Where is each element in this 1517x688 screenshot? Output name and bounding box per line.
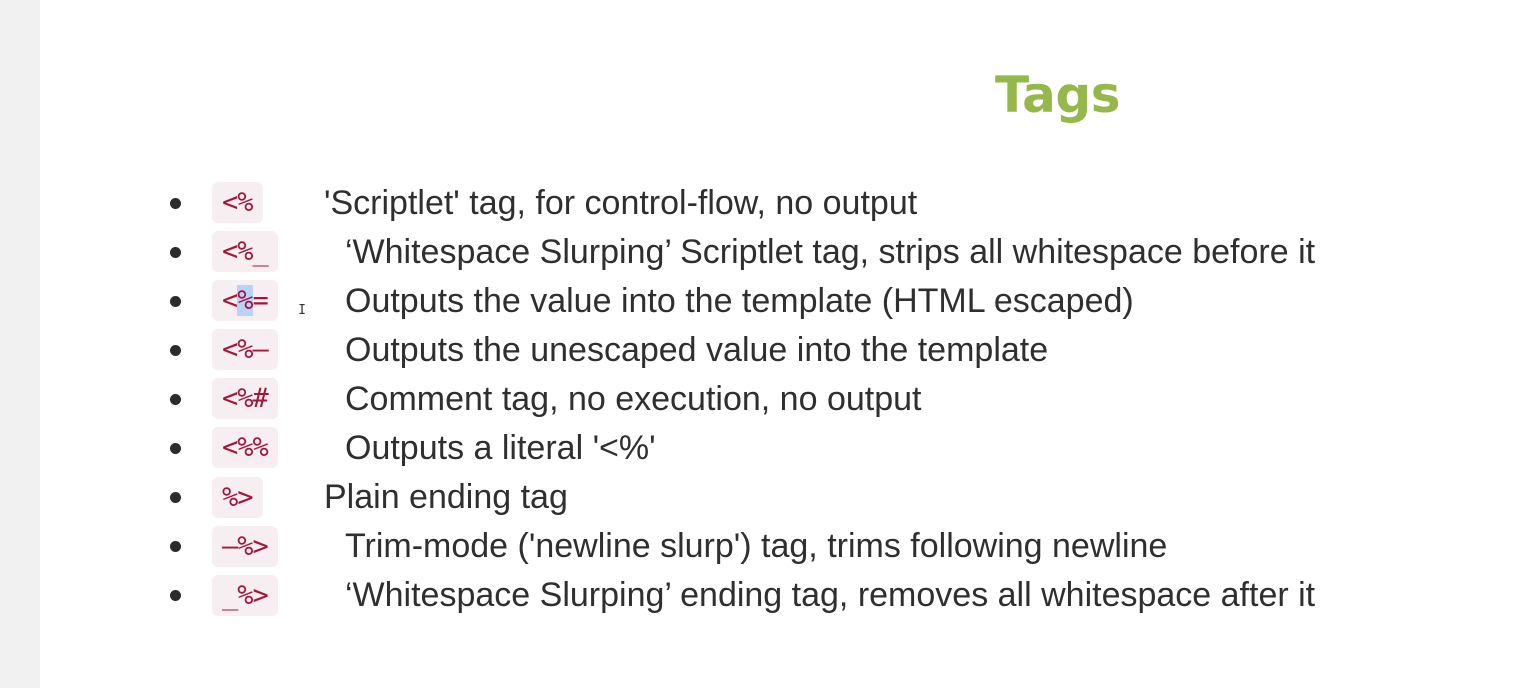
tag-code-part: < [222,285,238,317]
tag-code: <%– [212,329,278,371]
text-cursor-icon: I [298,303,306,318]
tag-description: Plain ending tag [324,478,568,517]
tag-description: Trim-mode ('newline slurp') tag, trims f… [345,527,1168,566]
bullet-icon [170,443,181,455]
tag-code: <%_ [212,231,278,273]
bullet-icon [170,492,181,504]
tag-description: ‘Whitespace Slurping’ Scriptlet tag, str… [345,232,1316,271]
tag-code-part: = [252,285,269,317]
tag-description: Outputs the unescaped value into the tem… [345,330,1049,369]
tag-code: <%% [212,427,278,469]
tag-description: Outputs a literal '<%' [345,429,656,468]
bullet-icon [170,344,181,356]
left-gutter [0,0,40,688]
slide-title: Tags [995,66,1120,124]
page: Tags <% 'Scriptlet' tag, for control-flo… [0,0,1517,688]
tag-code: –%> [212,525,278,567]
tag-description: Comment tag, no execution, no output [345,379,922,418]
bullet-icon [170,295,181,307]
text-selection[interactable]: % [237,285,254,317]
tag-code: <% [212,182,263,223]
tag-description: 'Scriptlet' tag, for control-flow, no ou… [324,183,918,222]
tag-code: %> [212,476,263,518]
tag-code: _%> [212,574,278,616]
bullet-icon [170,590,181,602]
tag-description: ‘Whitespace Slurping’ ending tag, remove… [345,576,1316,615]
bullet-icon [170,541,181,553]
bullet-icon [170,393,181,405]
tag-description: Outputs the value into the template (HTM… [345,281,1134,320]
bullet-icon [170,246,181,258]
bullet-icon [170,197,181,209]
slide-canvas: Tags <% 'Scriptlet' tag, for control-flo… [40,0,1517,688]
tag-code: <%# [212,378,278,420]
tag-code[interactable]: <% = [212,280,278,322]
